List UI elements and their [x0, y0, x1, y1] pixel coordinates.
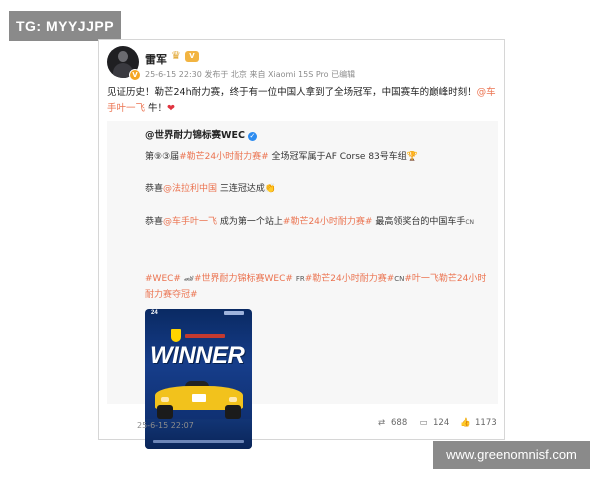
flag-cn-icon: CN [394, 275, 405, 283]
post-text: 见证历史！勒芒24h耐力赛，终于有一位中国人拿到了全场冠军，中国赛车的巅峰时刻！ [107, 87, 477, 98]
race-car-icon: 🏎 [183, 274, 194, 283]
mention-link[interactable]: @法拉利中国 [163, 184, 217, 194]
like-button[interactable]: 👍 1173 [460, 418, 497, 428]
repost-button[interactable]: ⇄ 688 [376, 418, 407, 428]
le-mans-24-logo: 24 [151, 310, 158, 316]
quoted-post[interactable]: @世界耐力锦标赛WEC ✓ 第⑨③届#勒芒24小时耐力赛# 全场冠军属于AF Co… [107, 121, 498, 449]
hashtag-link[interactable]: #世界耐力锦标赛WEC# [194, 274, 293, 284]
wec-logo [224, 311, 244, 315]
like-icon: 👍 [460, 418, 471, 428]
post-text-tail: 牛！ [145, 103, 168, 114]
quoted-line-1-prefix: 第⑨③届 [145, 152, 180, 162]
ferrari-shield-icon [171, 329, 181, 342]
weibo-post-card: V 雷军 ♛ V 25-6-15 22:30 发布于 北京 来自 Xiaomi … [98, 39, 505, 449]
flag-cn-icon: CN [465, 219, 475, 226]
avatar-head [118, 51, 128, 62]
quoted-line-3: 恭喜@车手叶一飞 成为第一个站上#勒芒24小时耐力赛# 最高领奖台的中国车手CN [145, 214, 474, 227]
verified-blue-icon: ✓ [247, 132, 257, 141]
wheel-right [225, 405, 241, 419]
verified-badge-icon: V [129, 69, 141, 81]
quoted-line-2: 恭喜@法拉利中国 三连冠达成👏 [145, 181, 276, 194]
wheel-left [157, 405, 173, 419]
hashtag-link[interactable]: #勒芒24小时耐力赛# [283, 217, 373, 227]
quoted-line-2-prefix: 恭喜 [145, 184, 164, 194]
post-body: 见证历史！勒芒24h耐力赛，终于有一位中国人拿到了全场冠军，中国赛车的巅峰时刻！… [107, 85, 499, 117]
quoted-author[interactable]: @世界耐力锦标赛WEC ✓ [145, 127, 257, 141]
post-meta: 25-6-15 22:30 发布于 北京 来自 Xiaomi 15S Pro 已… [145, 70, 356, 79]
hashtag-link[interactable]: #勒芒24小时耐力赛# [305, 274, 395, 284]
quoted-line-3-suffix: 最高领奖台的中国车手 [372, 217, 466, 227]
quoted-line-2-suffix: 三连冠达成👏 [217, 184, 277, 194]
quoted-line-3-prefix: 恭喜 [145, 217, 164, 227]
quoted-line-1-suffix: 全场冠军属于AF Corse 83号车组🏆 [268, 152, 418, 162]
poster-tagline [185, 334, 225, 338]
hashtag-list: #WEC# 🏎#世界耐力锦标赛WEC# FR#勒芒24小时耐力赛#CN#叶一飞勒… [145, 271, 495, 303]
headlight-left [161, 397, 169, 402]
quoted-post-time: 25-6-15 22:07 [137, 421, 194, 430]
repost-count: 688 [391, 418, 408, 428]
comment-count: 124 [433, 418, 450, 428]
vip-badge-icon: V [185, 51, 199, 62]
tg-tag-label: TG: MYYJJPP [9, 11, 121, 41]
poster-headline: WINNER [150, 342, 245, 369]
comment-icon: ▭ [419, 418, 428, 428]
car-number-plate [192, 394, 206, 402]
quoted-line-3-mid: 成为第一个站上 [217, 217, 283, 227]
heart-icon: ❤ [167, 103, 176, 114]
like-count: 1173 [475, 418, 497, 428]
comment-button[interactable]: ▭ 124 [418, 418, 449, 428]
hashtag-link[interactable]: #勒芒24小时耐力赛# [179, 152, 269, 162]
username[interactable]: 雷军 [145, 51, 167, 67]
watermark-label: www.greenomnisf.com [433, 441, 590, 469]
flag-fr-icon: FR [295, 275, 305, 283]
quoted-line-1: 第⑨③届#勒芒24小时耐力赛# 全场冠军属于AF Corse 83号车组🏆 [145, 149, 418, 162]
crown-icon: ♛ [171, 49, 181, 62]
headlight-right [229, 397, 237, 402]
repost-icon: ⇄ [377, 418, 386, 428]
hashtag-link[interactable]: #WEC# [145, 274, 181, 284]
sponsor-strip [153, 440, 244, 443]
quoted-author-name[interactable]: @世界耐力锦标赛WEC [145, 130, 245, 141]
mention-link[interactable]: @车手叶一飞 [163, 217, 217, 227]
